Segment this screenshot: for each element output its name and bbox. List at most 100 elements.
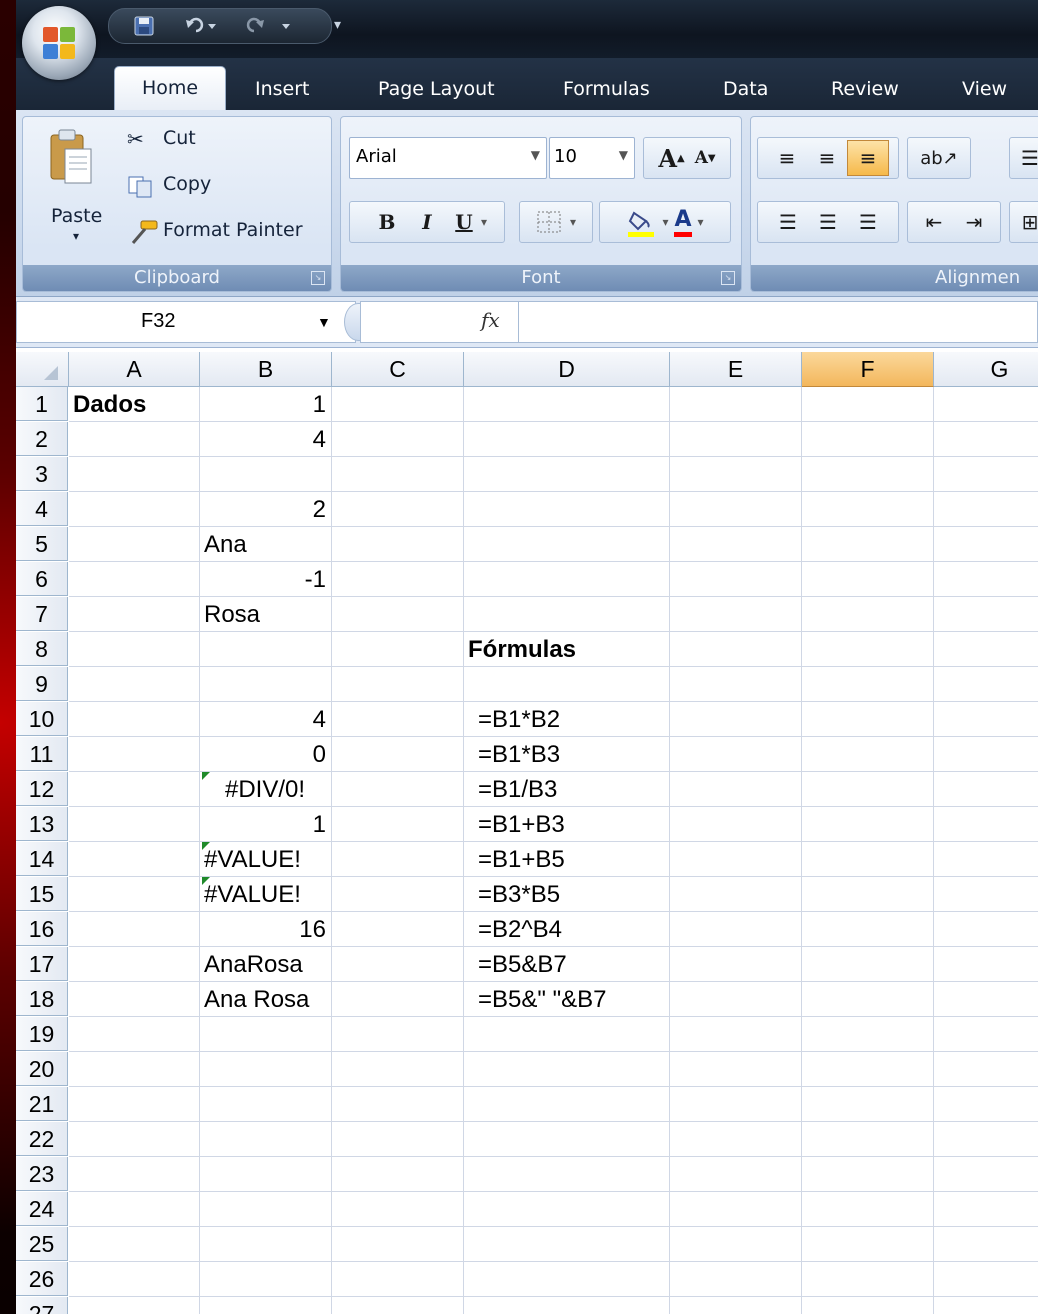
row-header-20[interactable]: 20	[16, 1052, 68, 1086]
cell-b7[interactable]: Rosa	[204, 597, 326, 631]
row-header-5[interactable]: 5	[16, 527, 68, 561]
undo-icon[interactable]	[179, 13, 221, 39]
column-header-a[interactable]: A	[69, 352, 200, 387]
cell-b5[interactable]: Ana	[204, 527, 326, 561]
formula-input[interactable]: fx	[360, 301, 1038, 343]
borders-button[interactable]: ▾	[519, 201, 593, 243]
align-center-button[interactable]: ☰	[808, 210, 848, 234]
orientation-button[interactable]: ab↗	[907, 137, 971, 179]
column-header-d[interactable]: D	[464, 352, 670, 387]
tab-data[interactable]: Data	[723, 76, 768, 106]
tab-home[interactable]: Home	[114, 66, 226, 111]
row-header-24[interactable]: 24	[16, 1192, 68, 1226]
chevron-down-icon[interactable]: ▼	[317, 314, 331, 330]
shrink-font-button[interactable]: A	[695, 148, 708, 168]
cell-b17[interactable]: AnaRosa	[204, 947, 326, 981]
cell-d12[interactable]: =B1/B3	[478, 772, 674, 806]
tab-page-layout[interactable]: Page Layout	[378, 76, 495, 106]
row-header-1[interactable]: 1	[16, 387, 68, 421]
align-middle-button[interactable]: ≡	[807, 146, 847, 170]
grow-font-button[interactable]: A	[658, 144, 677, 173]
save-icon[interactable]	[131, 13, 157, 39]
cell-b1[interactable]: 1	[204, 387, 326, 421]
tab-insert[interactable]: Insert	[255, 76, 310, 106]
cell-b16[interactable]: 16	[204, 912, 326, 946]
tab-review[interactable]: Review	[831, 76, 899, 106]
row-header-26[interactable]: 26	[16, 1262, 68, 1296]
redo-icon[interactable]	[243, 13, 299, 39]
cell-d16[interactable]: =B2^B4	[478, 912, 674, 946]
row-header-8[interactable]: 8	[16, 632, 68, 666]
row-header-27[interactable]: 27	[16, 1297, 68, 1314]
row-header-10[interactable]: 10	[16, 702, 68, 736]
cell-b6[interactable]: -1	[204, 562, 326, 596]
cell-d11[interactable]: =B1*B3	[478, 737, 674, 771]
row-header-19[interactable]: 19	[16, 1017, 68, 1051]
cell-d17[interactable]: =B5&B7	[478, 947, 674, 981]
italic-button[interactable]: I	[407, 210, 447, 234]
align-bottom-button[interactable]: ≡	[847, 140, 889, 176]
clipboard-launcher-icon[interactable]: ↘	[311, 271, 325, 285]
fill-color-button[interactable]: ▾	[626, 207, 674, 237]
error-indicator-icon[interactable]	[202, 772, 210, 780]
copy-button[interactable]: Copy	[127, 173, 247, 203]
format-painter-button[interactable]: Format Painter	[127, 217, 327, 247]
tab-formulas[interactable]: Formulas	[563, 76, 650, 106]
row-header-4[interactable]: 4	[16, 492, 68, 526]
row-header-21[interactable]: 21	[16, 1087, 68, 1121]
row-header-14[interactable]: 14	[16, 842, 68, 876]
cell-d14[interactable]: =B1+B5	[478, 842, 674, 876]
row-header-16[interactable]: 16	[16, 912, 68, 946]
row-header-2[interactable]: 2	[16, 422, 68, 456]
font-launcher-icon[interactable]: ↘	[721, 271, 735, 285]
tab-view[interactable]: View	[962, 76, 1007, 106]
column-header-e[interactable]: E	[670, 352, 802, 387]
cell-d13[interactable]: =B1+B3	[478, 807, 674, 841]
cell-a1[interactable]: Dados	[73, 387, 194, 421]
row-header-17[interactable]: 17	[16, 947, 68, 981]
underline-dropdown-icon[interactable]: ▾	[481, 215, 487, 229]
cell-b12[interactable]: #DIV/0!	[202, 772, 326, 806]
align-left-button[interactable]: ☰	[768, 210, 808, 234]
font-size-dropdown[interactable]: 10 ▼	[549, 137, 635, 179]
row-header-7[interactable]: 7	[16, 597, 68, 631]
paste-button[interactable]: Paste ▾	[29, 121, 119, 261]
cell-b14[interactable]: #VALUE!	[202, 842, 326, 876]
cell-b18[interactable]: Ana Rosa	[204, 982, 326, 1016]
customize-toolbar-icon[interactable]: ▾	[334, 16, 341, 33]
cell-b13[interactable]: 1	[204, 807, 326, 841]
font-color-button[interactable]: A ▾	[674, 207, 704, 237]
cell-b11[interactable]: 0	[204, 737, 326, 771]
cell-d15[interactable]: =B3*B5	[478, 877, 674, 911]
row-header-12[interactable]: 12	[16, 772, 68, 806]
paste-dropdown-icon[interactable]: ▾	[73, 229, 79, 243]
cell-d8[interactable]: Fórmulas	[468, 632, 664, 666]
column-header-c[interactable]: C	[332, 352, 464, 387]
decrease-indent-button[interactable]: ⇤	[914, 210, 954, 234]
cell-b2[interactable]: 4	[204, 422, 326, 456]
column-header-b[interactable]: B	[200, 352, 332, 387]
column-header-g[interactable]: G	[934, 352, 1038, 387]
row-header-9[interactable]: 9	[16, 667, 68, 701]
align-right-button[interactable]: ☰	[848, 210, 888, 234]
cut-button[interactable]: ✂ Cut	[127, 127, 247, 157]
error-indicator-icon[interactable]	[202, 877, 210, 885]
row-header-11[interactable]: 11	[16, 737, 68, 771]
wrap-text-button[interactable]: ☰	[1009, 137, 1038, 179]
row-header-22[interactable]: 22	[16, 1122, 68, 1156]
column-header-f[interactable]: F	[802, 352, 934, 387]
row-header-6[interactable]: 6	[16, 562, 68, 596]
row-header-25[interactable]: 25	[16, 1227, 68, 1261]
row-header-23[interactable]: 23	[16, 1157, 68, 1191]
name-box[interactable]: F32 ▼	[16, 301, 356, 343]
row-header-18[interactable]: 18	[16, 982, 68, 1016]
cell-b4[interactable]: 2	[204, 492, 326, 526]
row-header-15[interactable]: 15	[16, 877, 68, 911]
cell-d10[interactable]: =B1*B2	[478, 702, 674, 736]
merge-center-button[interactable]: ⊞	[1009, 201, 1038, 243]
function-icon[interactable]: fx	[481, 308, 500, 332]
increase-indent-button[interactable]: ⇥	[954, 210, 994, 234]
cell-b15[interactable]: #VALUE!	[202, 877, 326, 911]
font-name-dropdown[interactable]: Arial ▼	[349, 137, 547, 179]
error-indicator-icon[interactable]	[202, 842, 210, 850]
